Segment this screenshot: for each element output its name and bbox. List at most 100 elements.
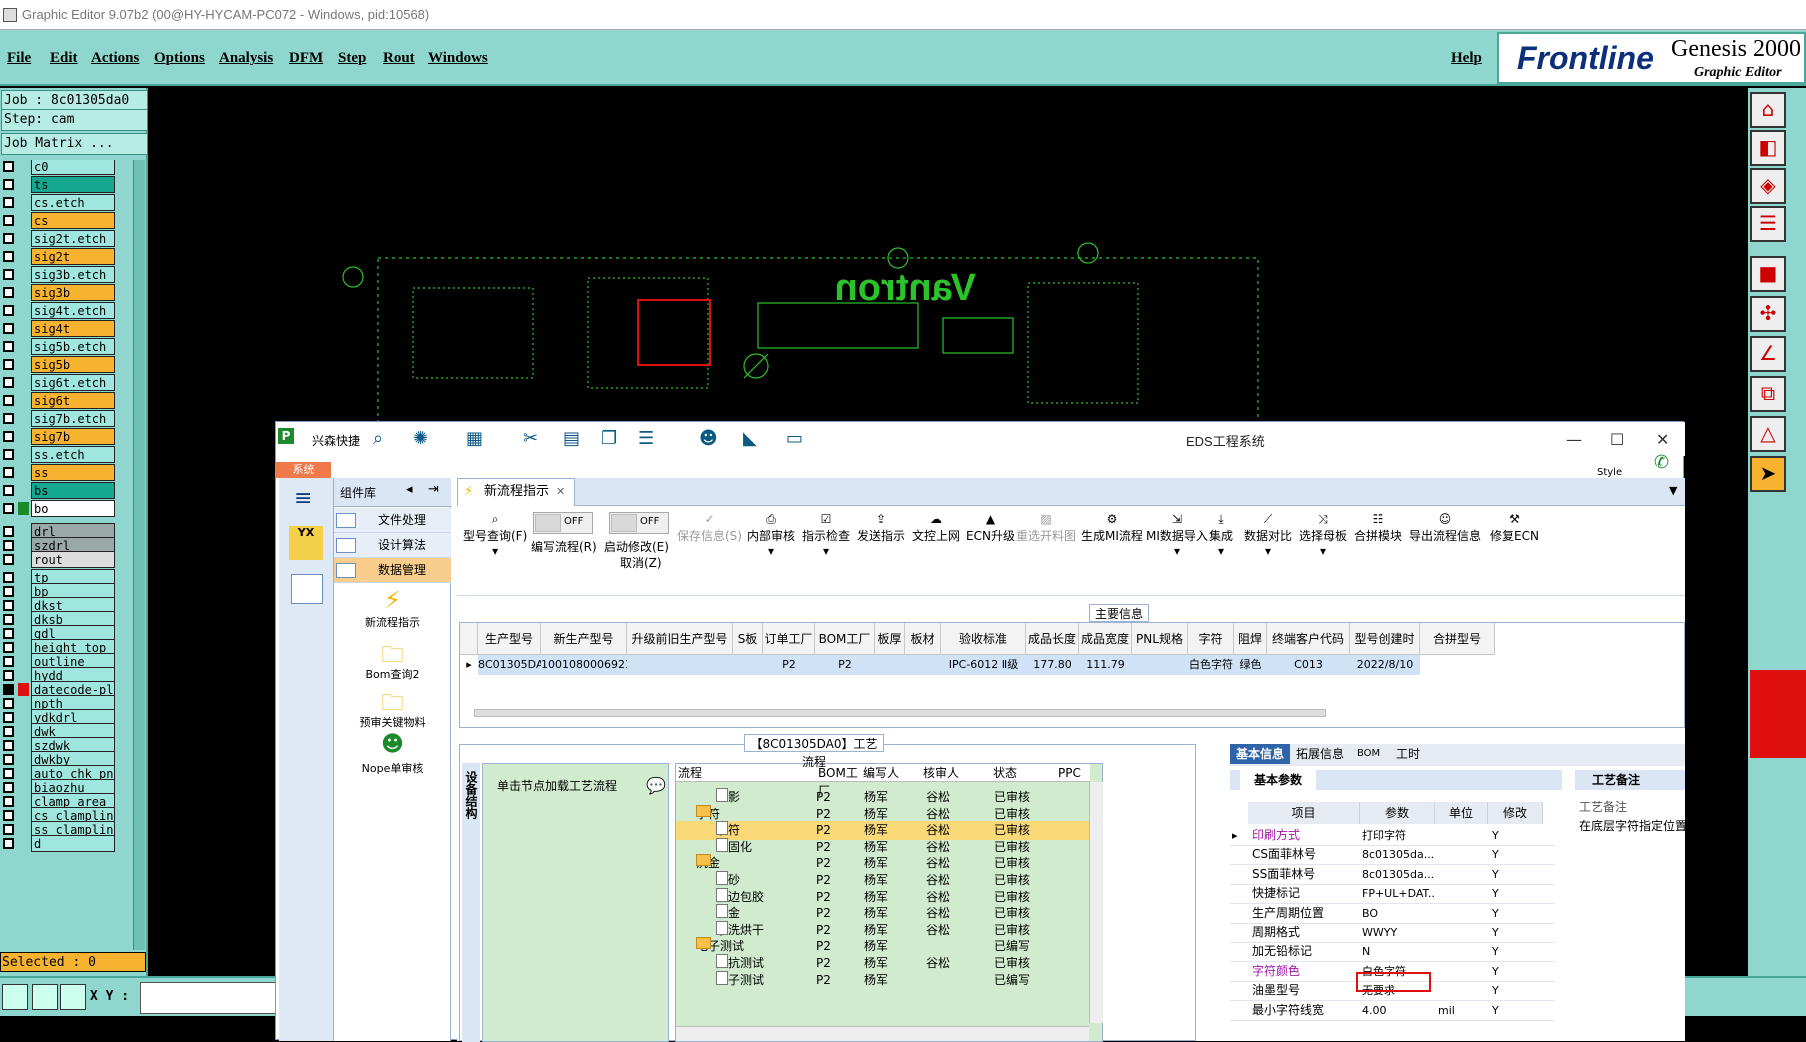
grid-cell[interactable]: IPC-6012 Ⅱ级 <box>941 655 1026 675</box>
layer-checkbox[interactable] <box>3 726 14 737</box>
grid-cell[interactable]: 10010800069239 <box>541 655 627 675</box>
wheel-icon[interactable]: ✺ <box>413 428 428 449</box>
prop-modify[interactable]: Y <box>1492 962 1499 981</box>
layer-row[interactable]: sig4t.etch <box>0 302 134 320</box>
collapse-icon[interactable]: ◂ <box>406 482 413 497</box>
prop-modify[interactable]: Y <box>1492 826 1499 845</box>
instruction-check-button[interactable]: ☑ 指示检查 ▾ <box>802 508 850 558</box>
layer-row[interactable]: bs <box>0 482 134 500</box>
layer-scrollbar[interactable] <box>133 160 145 950</box>
process-note-title[interactable]: 工艺备注 <box>1592 770 1640 790</box>
layer-checkbox[interactable] <box>3 341 14 352</box>
prop-row[interactable]: 加无铅标记 N Y <box>1230 942 1555 963</box>
layer-checkbox[interactable] <box>3 600 14 611</box>
calculator-icon[interactable] <box>291 574 323 604</box>
film-icon[interactable]: ▤ <box>563 428 580 449</box>
prop-column-header[interactable]: 单位 <box>1435 802 1488 824</box>
layer-row[interactable]: sig6t <box>0 392 134 410</box>
layer-checkbox[interactable] <box>3 377 14 388</box>
layer-checkbox[interactable] <box>3 485 14 496</box>
layer-row[interactable]: ss <box>0 464 134 482</box>
tool-nope-review[interactable]: ☻ Nope单审核 <box>334 732 451 776</box>
layer-checkbox[interactable] <box>3 628 14 639</box>
flow-side-tab[interactable]: 设备结构 <box>462 763 480 1042</box>
prop-row[interactable]: ▸ 印刷方式 打印字符 Y <box>1230 826 1555 846</box>
flow-column-header[interactable]: 核审人 <box>921 764 991 782</box>
grid-cell[interactable] <box>1420 655 1495 675</box>
grid-column-header[interactable]: 板厚 <box>875 623 905 655</box>
flow-column-header[interactable]: PPC <box>1056 764 1090 782</box>
prop-row[interactable]: 最小字符线宽 4.00 mil Y <box>1230 1001 1555 1021</box>
prop-value[interactable]: 8c01305da... <box>1362 865 1434 884</box>
phone-icon[interactable]: ✆ <box>1654 452 1669 473</box>
layer-row[interactable]: c0 <box>0 160 134 176</box>
close-icon[interactable]: ✕ <box>1656 430 1669 449</box>
menu-windows[interactable]: Windows <box>428 50 488 67</box>
prop-row[interactable]: SS面菲林号 8c01305da... Y <box>1230 865 1555 885</box>
system-tab[interactable]: 系统 <box>276 462 331 478</box>
layer-checkbox[interactable] <box>3 161 14 172</box>
measure-icon[interactable] <box>32 984 58 1010</box>
tab-new-flow[interactable]: ⚡ 新流程指示 ✕ <box>457 478 575 506</box>
layer-name[interactable]: sig5b <box>31 356 115 373</box>
grid-column-header[interactable]: 字符 <box>1188 623 1234 655</box>
merge-module-button[interactable]: ☷ 合拼模块 <box>1354 508 1402 544</box>
layer-checkbox[interactable] <box>3 251 14 262</box>
layer-name[interactable]: sig3b.etch <box>31 266 115 283</box>
layer-row[interactable]: cs <box>0 212 134 230</box>
layer-name[interactable]: sig2t <box>31 248 115 265</box>
menu-file[interactable]: File <box>7 50 31 67</box>
layer-checkbox[interactable] <box>3 540 14 551</box>
grid-column-header[interactable]: 新生产型号 <box>541 623 627 655</box>
table-icon[interactable]: ▦ <box>466 428 483 449</box>
menu-step[interactable]: Step <box>338 50 366 67</box>
grid-column-header[interactable]: 成品长度 <box>1026 623 1079 655</box>
style-menu[interactable]: Style <box>1597 467 1622 478</box>
yx-icon[interactable]: YX <box>289 526 323 560</box>
grid-cell[interactable]: 白色字符 <box>1188 655 1234 675</box>
layer-checkbox[interactable] <box>3 179 14 190</box>
prop-modify[interactable]: Y <box>1492 942 1499 961</box>
grid-icon[interactable] <box>60 984 86 1010</box>
layer-checkbox[interactable] <box>3 810 14 821</box>
generate-mi-button[interactable]: ⚙ 生成MI流程 <box>1081 508 1143 544</box>
zoom-icon[interactable]: ◧ <box>1750 130 1786 166</box>
layer-checkbox[interactable] <box>3 197 14 208</box>
layer-checkbox[interactable] <box>3 586 14 597</box>
layer-checkbox[interactable] <box>3 740 14 751</box>
prop-row[interactable]: 生产周期位置 BO Y <box>1230 904 1555 924</box>
prop-modify[interactable]: Y <box>1492 884 1499 903</box>
layer-checkbox[interactable] <box>3 642 14 653</box>
select-master-button[interactable]: ⤨ 选择母板 ▾ <box>1299 508 1347 558</box>
layer-name[interactable]: bs <box>31 482 115 499</box>
doc-online-button[interactable]: ☁ 文控上网 <box>912 508 960 544</box>
mi-import-button[interactable]: ⇲ MI数据导入 ▾ <box>1146 508 1208 558</box>
home-icon[interactable]: ⌂ <box>1750 92 1786 128</box>
layer-name[interactable]: ss.etch <box>31 446 115 463</box>
export-flow-button[interactable]: ☺ 导出流程信息 <box>1409 508 1481 544</box>
frame-icon[interactable]: ■ <box>1750 256 1786 292</box>
grid-column-header[interactable]: PNL规格 <box>1132 623 1188 655</box>
chart-icon[interactable]: ◣ <box>743 428 757 449</box>
tool-precheck-material[interactable]: 🗀 预审关键物料 <box>334 686 451 730</box>
layer-row[interactable]: sig5b.etch <box>0 338 134 356</box>
ecn-upgrade-button[interactable]: ▲ ECN升级 <box>966 508 1015 544</box>
prop-value[interactable]: 4.00 <box>1362 1001 1434 1020</box>
subtab-basic-params[interactable]: 基本参数 <box>1240 770 1316 790</box>
search-icon[interactable]: ⌕ <box>373 428 383 449</box>
fix-ecn-button[interactable]: ⚒ 修复ECN <box>1490 508 1539 544</box>
layer-checkbox[interactable] <box>3 684 14 695</box>
grid-column-header[interactable]: 型号创建时 <box>1350 623 1420 655</box>
layer-name[interactable]: sig4t <box>31 320 115 337</box>
internal-review-button[interactable]: ⎙ 内部审核 ▾ <box>747 508 795 558</box>
layer-checkbox[interactable] <box>3 656 14 667</box>
layer-checkbox[interactable] <box>3 670 14 681</box>
layer-checkbox[interactable] <box>3 359 14 370</box>
layer-name[interactable]: cs.etch <box>31 194 115 211</box>
component-design-algorithm[interactable]: 设计算法 <box>334 533 451 558</box>
grid-column-header[interactable]: 合拼型号 <box>1420 623 1495 655</box>
layer-checkbox[interactable] <box>3 526 14 537</box>
layer-name[interactable]: sig7b.etch <box>31 410 115 427</box>
layer-name[interactable]: d <box>31 835 115 852</box>
layer-name[interactable]: sig2t.etch <box>31 230 115 247</box>
